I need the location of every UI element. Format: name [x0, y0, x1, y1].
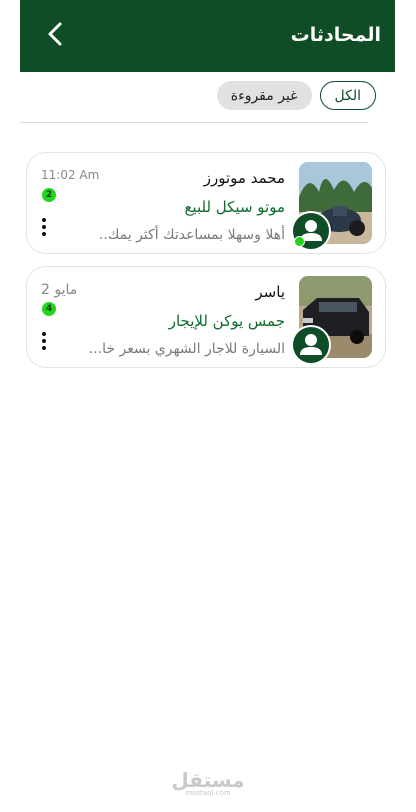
- filter-tabs: الكل غير مقروءة: [216, 81, 376, 110]
- app-header: المحادثات: [20, 0, 395, 72]
- listing-title: جمس يوكن للإيجار: [168, 312, 285, 330]
- chats-screen: المحادثات الكل غير مقروءة محمد موتورز مو…: [20, 0, 395, 812]
- conversation-card[interactable]: ياسر جمس يوكن للإيجار السيارة للاجار الش…: [26, 266, 386, 368]
- filter-all-button[interactable]: الكل: [319, 81, 376, 110]
- user-avatar: [291, 325, 331, 365]
- unread-count-badge: 4: [42, 302, 56, 316]
- page-title: المحادثات: [290, 24, 381, 46]
- back-button[interactable]: [38, 16, 74, 52]
- watermark-url: mostaql.com: [185, 789, 231, 797]
- message-time: 2 مايو: [41, 282, 78, 298]
- chevron-left-icon: [48, 22, 62, 46]
- watermark-logo: مستقل mostaql.com: [0, 768, 416, 797]
- filter-unread-button[interactable]: غير مقروءة: [216, 81, 312, 110]
- conversation-card[interactable]: محمد موتورز موتو سيكل للبيع أهلا وسهلا ب…: [26, 152, 386, 254]
- contact-name: محمد موتورز: [203, 169, 285, 187]
- user-icon: [300, 334, 322, 355]
- contact-name: ياسر: [255, 283, 285, 301]
- divider: [20, 122, 368, 123]
- message-preview: السيارة للاجار الشهري بسعر خا...: [88, 341, 285, 357]
- unread-count-badge: 2: [42, 188, 56, 202]
- message-time: 11:02 Am: [41, 168, 100, 182]
- online-indicator: [294, 236, 305, 247]
- more-options-icon[interactable]: [39, 218, 49, 240]
- more-options-icon[interactable]: [39, 332, 49, 354]
- listing-title: موتو سيكل للبيع: [184, 198, 285, 216]
- message-preview: أهلا وسهلا بمساعدتك أكثر يمك..: [98, 227, 285, 243]
